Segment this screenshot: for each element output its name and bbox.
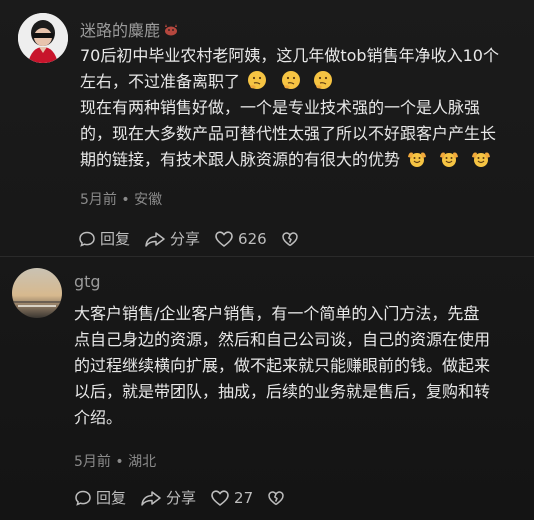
comment-text: 70后初中毕业农村老阿姨，这几年做tob销售年净收入10个 左右，不过准备离职了… (80, 43, 499, 173)
share-icon (141, 490, 161, 506)
broken-heart-icon (268, 490, 284, 505)
reply-button[interactable]: 回复 (78, 228, 130, 249)
comment-line: 大客户销售/企业客户销售，有一个简单的入门方法，先盘 (74, 304, 480, 323)
like-count: 27 (234, 488, 254, 507)
hands-up-emoji (440, 152, 459, 167)
reply-label: 回复 (100, 230, 131, 248)
share-label: 分享 (170, 230, 201, 248)
reply-icon (75, 490, 91, 506)
comment-line: 的过程继续横向扩展，做不起来就只能赚眼前的钱。做起来 (74, 356, 491, 375)
heart-icon (215, 230, 233, 247)
like-count: 626 (238, 229, 267, 248)
broken-heart-icon (281, 231, 298, 246)
comment-text: 大客户销售/企业客户销售，有一个简单的入门方法，先盘 点自己身边的资源，然后和自… (74, 301, 490, 431)
reply-label: 回复 (96, 489, 127, 507)
like-button[interactable]: 626 (214, 230, 267, 248)
heart-icon (211, 489, 229, 506)
comment-line: 的，现在大多数产品可替代性太强了所以不好跟客户产生长 (80, 124, 497, 143)
comment-line: 介绍。 (74, 408, 123, 427)
comment-item: gtg 大客户销售/企业客户销售，有一个简单的入门方法，先盘 点自己身边的资源，… (0, 256, 534, 520)
comment-line: 点自己身边的资源，然后和自己公司谈，自己的资源在使用 (74, 330, 491, 349)
avatar-image (18, 13, 68, 63)
hands-up-emoji (408, 152, 427, 167)
dislike-button[interactable] (267, 489, 289, 507)
reply-icon (79, 231, 95, 247)
share-button[interactable]: 分享 (140, 487, 196, 508)
comment-item: 迷路的麋鹿 70后初中毕业农村老阿姨，这几年做tob销售年净收入10个 左右，不… (0, 0, 534, 256)
reply-button[interactable]: 回复 (74, 487, 126, 508)
comment-line: 以后，就是带团队，抽成，后续的业务就是售后，复购和转 (74, 382, 491, 401)
share-label: 分享 (166, 489, 197, 507)
comment-actions: 回复 分享 27 (74, 487, 303, 508)
share-button[interactable]: 分享 (144, 228, 200, 249)
share-icon (145, 231, 165, 247)
comment-line: 现在有两种销售好做，一个是专业技术强的一个是人脉强 (80, 98, 481, 117)
comment-actions: 回复 分享 626 (78, 228, 317, 249)
avatar[interactable] (12, 268, 62, 318)
comment-meta: 5月前 • 安徽 (80, 192, 163, 208)
deer-icon (165, 24, 178, 36)
comment-line: 期的链接，有技术跟人脉资源的有很大的优势 (80, 147, 499, 173)
like-button[interactable]: 27 (210, 489, 253, 507)
comment-feed: 迷路的麋鹿 70后初中毕业农村老阿姨，这几年做tob销售年净收入10个 左右，不… (0, 0, 534, 520)
username[interactable]: gtg (74, 272, 101, 291)
comment-line: 70后初中毕业农村老阿姨，这几年做tob销售年净收入10个 (80, 46, 499, 65)
comment-line: 左右，不过准备离职了 (80, 69, 499, 95)
thinking-emoji (248, 71, 267, 89)
dislike-button[interactable] (281, 230, 303, 248)
thinking-emoji (314, 71, 333, 89)
comment-meta: 5月前 • 湖北 (74, 454, 157, 470)
thinking-emoji (282, 71, 301, 89)
username[interactable]: 迷路的麋鹿 (80, 17, 180, 41)
avatar[interactable] (18, 13, 68, 63)
avatar-image (12, 268, 62, 318)
hands-up-emoji (472, 152, 491, 167)
